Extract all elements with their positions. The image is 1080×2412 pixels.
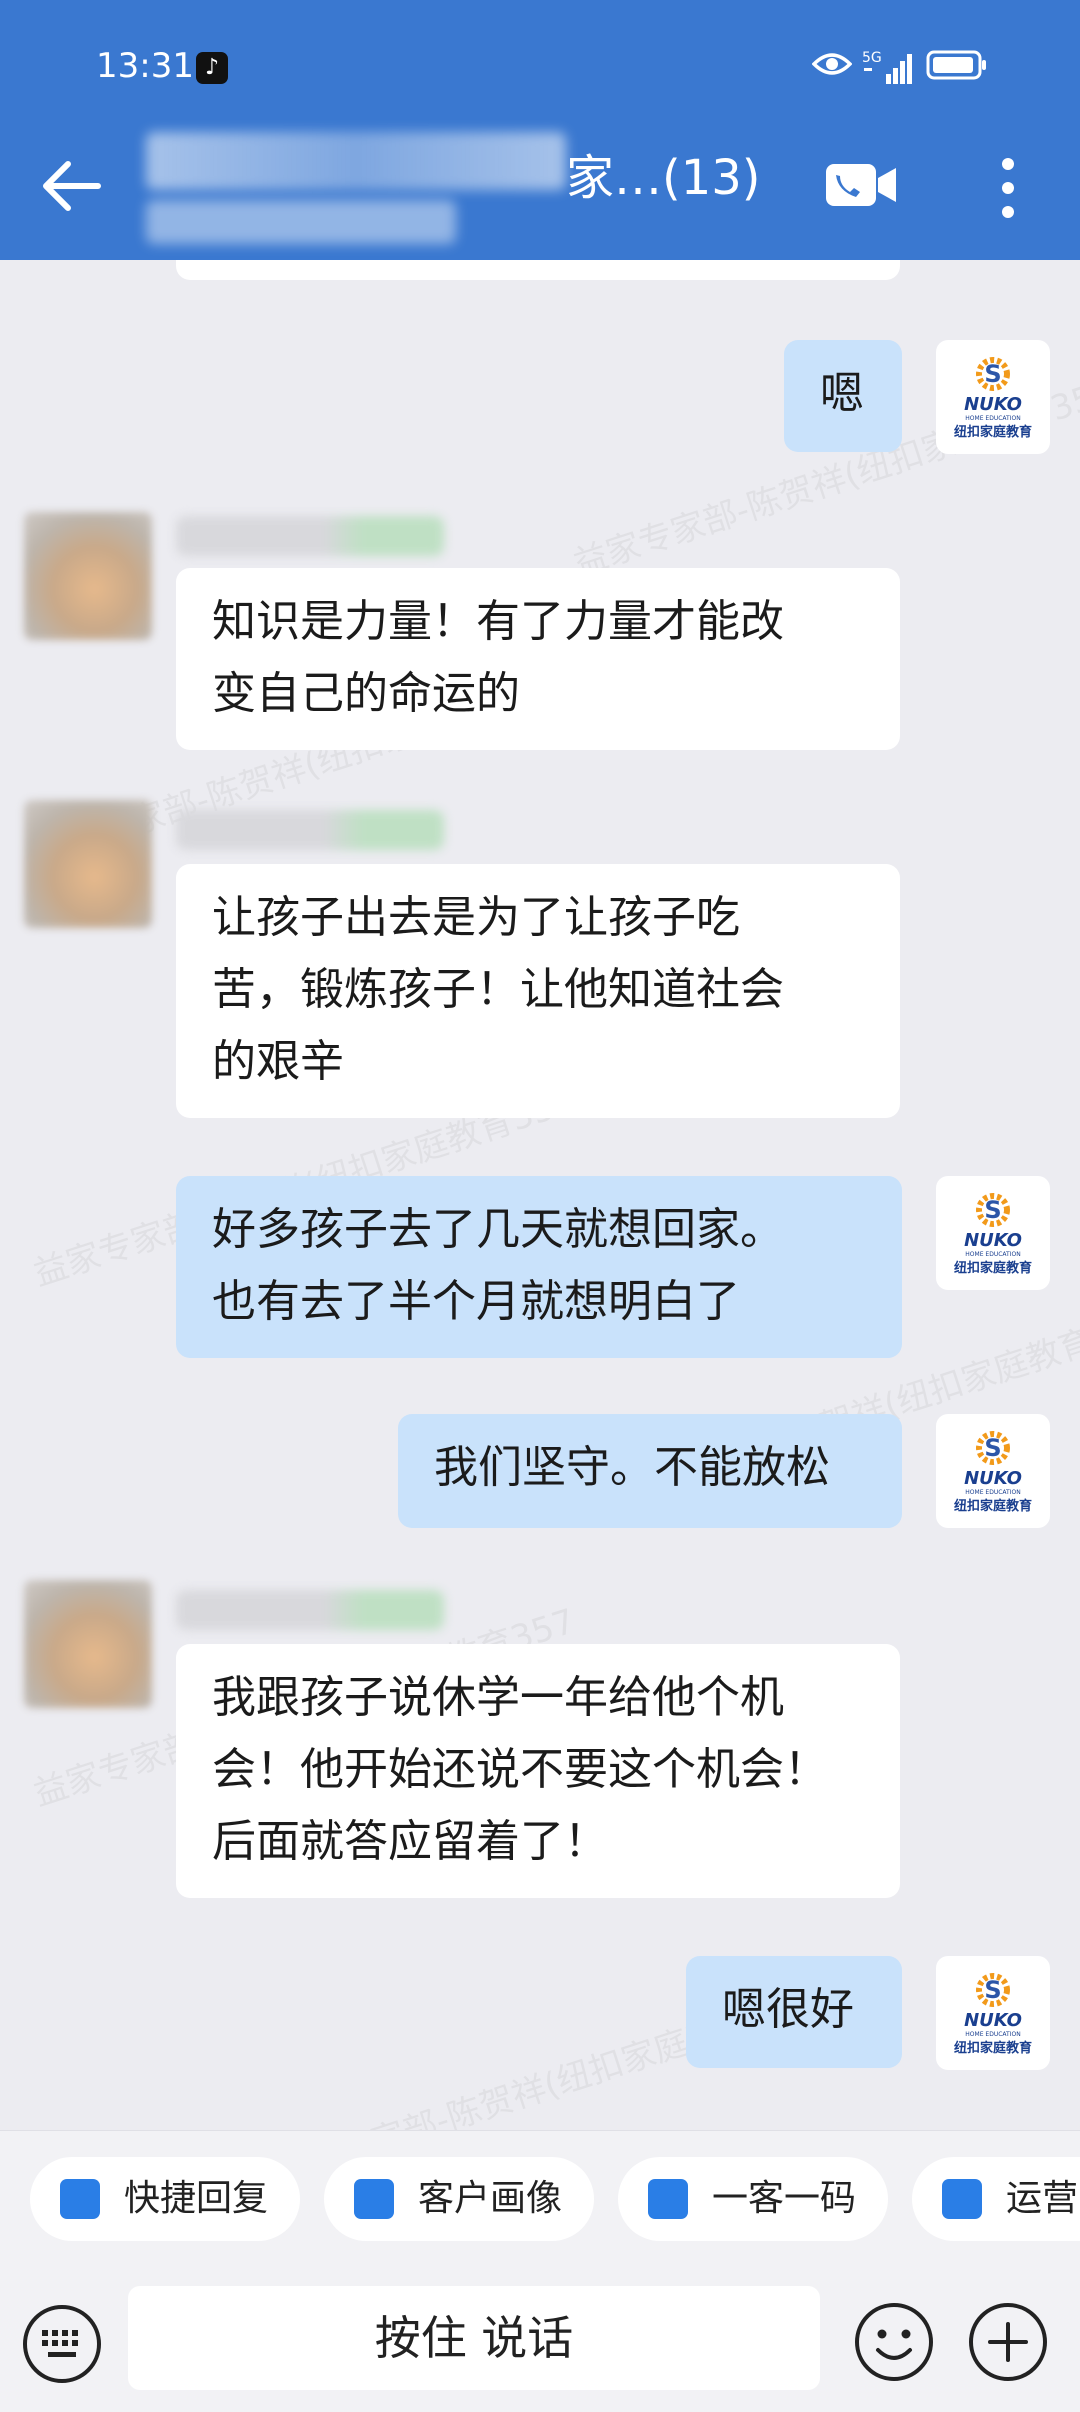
keyboard-icon[interactable]	[20, 2302, 104, 2386]
chip-label: 快捷回复	[124, 2178, 269, 2219]
svg-text:HOME EDUCATION: HOME EDUCATION	[965, 1489, 1020, 1496]
svg-text:纽扣家庭教育: 纽扣家庭教育	[954, 2040, 1032, 2056]
chip-label: 一客一码	[712, 2178, 857, 2219]
tiktok-notification-icon: ♪	[196, 52, 228, 84]
svg-text:S: S	[984, 1196, 1001, 1224]
message-text: 好多孩子去了几天就想回家。 也有去了半个月就想明白了	[212, 1204, 784, 1327]
svg-text:纽扣家庭教育: 纽扣家庭教育	[954, 1498, 1032, 1514]
message-text: 知识是力量！有了力量才能改 变自己的命运的	[212, 596, 784, 719]
checkbox-checked-icon[interactable]	[354, 2179, 394, 2219]
svg-text:纽扣家庭教育: 纽扣家庭教育	[954, 1260, 1032, 1276]
signal-icon: 5G	[862, 50, 912, 84]
contact-avatar-redacted[interactable]	[24, 800, 152, 928]
message-bubble-incoming[interactable]: 知识是力量！有了力量才能改 变自己的命运的	[176, 568, 900, 750]
chip-label: 运营	[1006, 2178, 1079, 2219]
contact-avatar-redacted[interactable]	[24, 512, 152, 640]
message-text: 嗯很好	[722, 1984, 854, 2035]
input-bar: 按住 说话	[0, 2272, 1080, 2412]
message-bubble-outgoing[interactable]: 嗯很好	[686, 1956, 902, 2068]
chip-quick-reply[interactable]: 快捷回复	[30, 2157, 300, 2241]
message-list[interactable]: 益家专家部-陈贺祥(纽扣家庭教育357 益家专家部-陈贺祥(纽扣家庭教育357 …	[0, 260, 1080, 2130]
back-arrow-icon[interactable]	[38, 158, 104, 214]
network-type: 5G	[862, 50, 882, 66]
message-text: 我跟孩子说休学一年给他个机 会！他开始还说不要这个机会！ 后面就答应留着了！	[212, 1672, 828, 1867]
message-bubble-outgoing[interactable]: 嗯	[784, 340, 902, 452]
nuko-logo-icon: S NUKOHOME EDUCATION 纽扣家庭教育	[954, 1193, 1032, 1276]
svg-text:NUKO: NUKO	[964, 2010, 1022, 2031]
contact-name-redacted	[176, 1590, 444, 1630]
add-attachment-icon[interactable]	[966, 2300, 1050, 2384]
eye-icon	[812, 53, 852, 75]
svg-text:NUKO: NUKO	[964, 1230, 1022, 1251]
sender-avatar[interactable]: S NUKO HOME EDUCATION 纽扣家庭教育	[936, 1176, 1050, 1290]
checkbox-checked-icon[interactable]	[942, 2179, 982, 2219]
quick-action-bar: 快捷回复 客户画像 一客一码 运营	[0, 2130, 1080, 2273]
nuko-logo-icon: S NUKOHOME EDUCATION 纽扣家庭教育	[954, 1973, 1032, 2056]
chip-customer-profile[interactable]: 客户画像	[324, 2157, 594, 2241]
checkbox-checked-icon[interactable]	[648, 2179, 688, 2219]
nuko-logo-icon: S NUKOHOME EDUCATION 纽扣家庭教育	[954, 357, 1032, 440]
video-call-icon[interactable]	[824, 160, 900, 210]
svg-text:HOME EDUCATION: HOME EDUCATION	[965, 415, 1020, 422]
sender-avatar[interactable]: S NUKO HOME EDUCATION 纽扣家庭教育	[936, 1414, 1050, 1528]
contact-name-redacted	[176, 516, 444, 556]
contact-name-redacted	[176, 810, 444, 850]
emoji-icon[interactable]	[852, 2300, 936, 2384]
nuko-logo-icon: S NUKOHOME EDUCATION 纽扣家庭教育	[954, 1431, 1032, 1514]
chip-one-customer-one-code[interactable]: 一客一码	[618, 2157, 888, 2241]
chat-header: 13:31 ♪ 5G 家…(13)	[0, 0, 1080, 260]
hold-to-talk-button[interactable]: 按住 说话	[128, 2286, 820, 2390]
message-text: 嗯	[820, 368, 864, 419]
svg-text:NUKO: NUKO	[964, 394, 1022, 415]
redacted-title	[146, 132, 566, 190]
status-time: 13:31	[96, 46, 194, 86]
more-options-icon[interactable]	[996, 156, 1020, 220]
redacted-subtitle	[146, 200, 456, 244]
message-bubble-outgoing[interactable]: 我们坚守。不能放松	[398, 1414, 902, 1528]
svg-text:HOME EDUCATION: HOME EDUCATION	[965, 1251, 1020, 1258]
message-bubble-incoming[interactable]: 我跟孩子说休学一年给他个机 会！他开始还说不要这个机会！ 后面就答应留着了！	[176, 1644, 900, 1898]
svg-text:纽扣家庭教育: 纽扣家庭教育	[954, 424, 1032, 440]
svg-text:S: S	[984, 360, 1001, 388]
svg-text:S: S	[984, 1434, 1001, 1462]
svg-text:HOME EDUCATION: HOME EDUCATION	[965, 2031, 1020, 2038]
message-bubble-incoming[interactable]: 让孩子出去是为了让孩子吃 苦，锻炼孩子！让他知道社会 的艰辛	[176, 864, 900, 1118]
chip-label: 客户画像	[418, 2178, 563, 2219]
contact-avatar-redacted[interactable]	[24, 1580, 152, 1708]
previous-message-bubble	[176, 260, 900, 280]
sender-avatar[interactable]: S NUKO HOME EDUCATION 纽扣家庭教育	[936, 1956, 1050, 2070]
checkbox-checked-icon[interactable]	[60, 2179, 100, 2219]
battery-icon	[926, 50, 986, 80]
svg-text:S: S	[984, 1976, 1001, 2004]
chat-title: 家…(13)	[566, 150, 761, 206]
svg-text:NUKO: NUKO	[964, 1468, 1022, 1489]
message-bubble-outgoing[interactable]: 好多孩子去了几天就想回家。 也有去了半个月就想明白了	[176, 1176, 902, 1358]
chip-operations[interactable]: 运营	[912, 2157, 1080, 2241]
message-text: 我们坚守。不能放松	[434, 1442, 830, 1493]
sender-avatar[interactable]: S NUKO HOME EDUCATION 纽扣家庭教育	[936, 340, 1050, 454]
message-text: 让孩子出去是为了让孩子吃 苦，锻炼孩子！让他知道社会 的艰辛	[212, 892, 784, 1087]
